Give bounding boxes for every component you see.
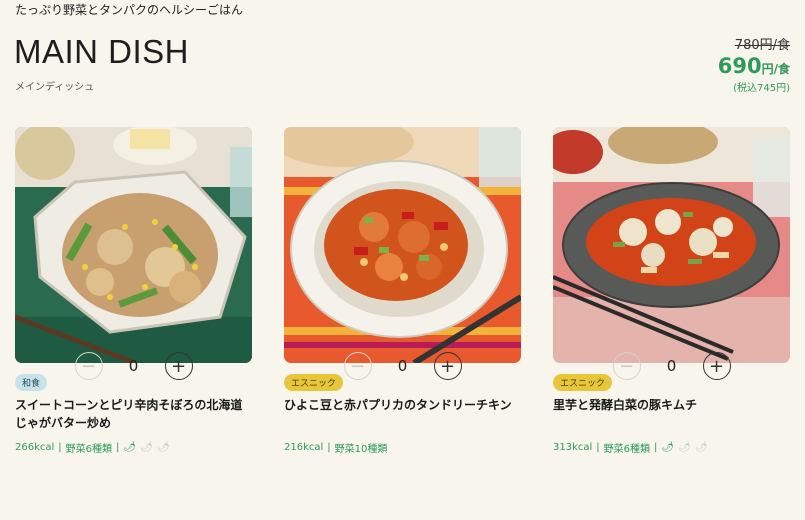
separator: | — [327, 441, 331, 453]
dish-meta: 313kcal | 野菜6種類 | 🌶 🌶 🌶 — [553, 439, 790, 455]
page-subtitle: メインディッシュ — [15, 82, 95, 93]
dish-meta: 216kcal | 野菜10種類 — [284, 439, 521, 455]
quantity-stepper[interactable]: − 0 + — [15, 352, 252, 380]
menu-card[interactable]: エスニック ひよこ豆と赤パプリカのタンドリーチキン 216kcal | 野菜10… — [284, 127, 521, 455]
dish-photo[interactable] — [284, 127, 521, 363]
dish-photo[interactable] — [15, 127, 252, 363]
old-price: 780円/食 — [734, 38, 790, 53]
current-price: 690円/食 — [718, 54, 790, 78]
chili-icon: 🌶 — [123, 441, 137, 453]
dish-name[interactable]: スイートコーンとピリ辛肉そぼろの北海道じゃがバター炒め — [15, 396, 252, 434]
separator: | — [596, 441, 600, 453]
price-block: 780円/食 690円/食 (税込745円) — [718, 34, 790, 94]
vegetable-count: 野菜6種類 — [65, 443, 113, 455]
plus-icon[interactable]: + — [433, 352, 462, 380]
chili-icon: 🌶 — [678, 441, 691, 453]
dish-name[interactable]: ひよこ豆と赤パプリカのタンドリーチキン — [284, 396, 521, 434]
minus-icon[interactable]: − — [74, 352, 103, 380]
dish-meta: 266kcal | 野菜6種類 | 🌶 🌶 🌶 — [15, 439, 252, 455]
separator: | — [58, 441, 62, 453]
vegetable-count: 野菜6種類 — [603, 443, 651, 455]
quantity-value: 0 — [666, 357, 677, 375]
calories: 313kcal — [553, 441, 593, 453]
vegetable-count: 野菜10種類 — [334, 443, 388, 455]
tax-note: (税込745円) — [733, 83, 790, 94]
menu-card[interactable]: 和食 スイートコーンとピリ辛肉そぼろの北海道じゃがバター炒め 266kcal |… — [15, 127, 252, 455]
price-unit: 円/食 — [761, 62, 790, 76]
calories: 216kcal — [284, 441, 324, 453]
tagline: たっぷり野菜とタンパクのヘルシーごはん — [15, 3, 244, 17]
quantity-stepper[interactable]: − 0 + — [284, 352, 521, 380]
dish-name[interactable]: 里芋と発酵白菜の豚キムチ — [553, 396, 790, 434]
chili-icon: 🌶 — [661, 441, 675, 453]
plus-icon[interactable]: + — [702, 352, 731, 380]
plus-icon[interactable]: + — [164, 352, 193, 380]
quantity-stepper[interactable]: − 0 + — [553, 352, 790, 380]
menu-card[interactable]: エスニック 里芋と発酵白菜の豚キムチ 313kcal | 野菜6種類 | 🌶 🌶… — [553, 127, 790, 455]
calories: 266kcal — [15, 441, 55, 453]
chili-icon: 🌶 — [156, 441, 170, 453]
price-value: 690 — [717, 54, 762, 78]
page-title: MAIN DISH — [14, 33, 190, 70]
minus-icon[interactable]: − — [343, 352, 372, 380]
chili-icon: 🌶 — [694, 441, 708, 453]
separator: | — [654, 441, 658, 453]
minus-icon[interactable]: − — [612, 352, 641, 380]
quantity-value: 0 — [397, 357, 408, 375]
quantity-value: 0 — [128, 357, 139, 375]
dish-photo[interactable] — [553, 127, 790, 363]
separator: | — [116, 441, 120, 453]
chili-icon: 🌶 — [140, 441, 153, 453]
